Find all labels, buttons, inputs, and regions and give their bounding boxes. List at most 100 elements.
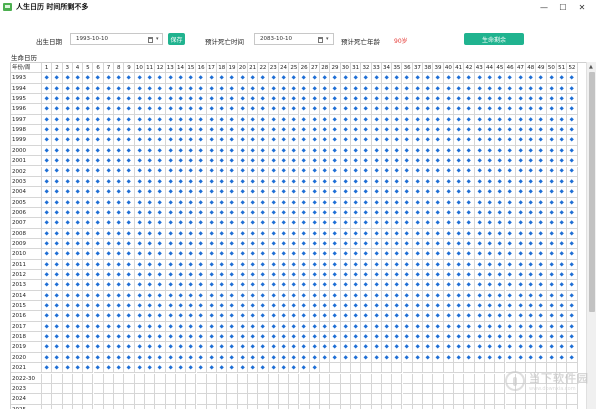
week-cell [526,73,537,84]
minimize-icon[interactable]: — [535,0,553,14]
week-cell [515,311,527,322]
week-cell [484,145,496,157]
lived-week-diamond-icon [569,282,575,288]
lived-week-diamond-icon [188,137,194,143]
week-cell [134,404,145,409]
lived-week-diamond-icon [291,96,297,102]
week-cell [155,363,166,374]
calendar-icon[interactable] [318,37,323,43]
lived-week-diamond-icon [435,251,441,257]
lived-week-diamond-icon [404,189,410,195]
lived-week-diamond-icon [64,199,70,205]
lived-week-diamond-icon [332,158,338,164]
lived-week-diamond-icon [209,324,214,329]
week-cell [93,373,104,384]
lived-week-diamond-icon [250,85,256,91]
week-cell [175,83,187,95]
week-cell [567,83,578,95]
week-cell [536,114,547,126]
week-cell [495,104,506,115]
lived-week-diamond-icon [487,75,492,81]
close-icon[interactable]: ✕ [573,0,591,14]
week-cell [546,166,557,177]
lived-week-diamond-icon [95,261,101,267]
week-cell [289,218,300,229]
life-calendar-grid[interactable]: 年份/周 1 2 3 4 5 6 7 8 9 10 11 12 13 14 15 16 17 18 19 20 21 22 2… [10,62,586,409]
week-cell [289,270,300,281]
lived-week-diamond-icon [569,75,575,81]
week-cell [351,228,362,239]
lived-week-diamond-icon [559,96,565,102]
week-cell [83,311,94,322]
week-cell [42,94,53,105]
week-cell [72,332,84,343]
week-cell [443,176,454,188]
lived-week-diamond-icon [260,313,266,319]
scroll-up-icon[interactable]: ▲ [589,64,593,70]
vertical-scrollbar[interactable]: ▲ [586,62,596,409]
chevron-down-icon[interactable]: ▾ [326,36,329,42]
calendar-icon[interactable] [148,37,153,43]
lived-week-diamond-icon [342,261,348,267]
lived-week-diamond-icon [466,292,472,298]
lived-week-diamond-icon [95,303,101,309]
week-cell [165,94,176,105]
week-header: 48 [526,63,537,74]
lived-week-diamond-icon [281,241,286,246]
week-header: 19 [227,63,238,74]
scroll-thumb[interactable] [589,72,595,312]
week-header: 24 [278,63,290,74]
lived-week-diamond-icon [404,148,410,153]
maximize-icon[interactable]: ☐ [554,0,572,14]
week-cell [454,166,465,177]
week-cell [165,383,176,395]
week-cell [52,321,63,333]
week-cell [402,280,413,291]
lived-week-diamond-icon [373,355,379,360]
week-cell [299,404,310,409]
week-cell [227,311,238,322]
week-cell [299,197,310,208]
lived-week-diamond-icon [384,261,389,267]
week-cell [412,373,424,384]
lived-week-diamond-icon [363,313,369,319]
lived-week-diamond-icon [435,106,441,112]
week-cell [299,83,310,95]
week-cell [134,383,145,395]
week-cell [340,290,351,302]
week-cell [196,383,207,395]
week-cell [72,238,84,250]
week-cell [392,197,403,208]
year-label: 1994 [11,83,42,95]
chevron-down-icon[interactable]: ▾ [156,36,159,42]
life-remaining-button[interactable]: 生命剩余 [464,33,524,45]
week-header: 34 [381,63,393,74]
lived-week-diamond-icon [538,355,544,360]
week-cell [392,145,403,157]
lived-week-diamond-icon [64,117,70,122]
lived-week-diamond-icon [75,261,80,267]
week-cell [392,125,403,136]
lived-week-diamond-icon [85,75,91,81]
lived-week-diamond-icon [466,220,472,226]
lived-week-diamond-icon [291,334,297,340]
week-cell [423,125,434,136]
week-cell [371,73,382,84]
week-cell [268,383,279,395]
week-cell [474,187,485,198]
lived-week-diamond-icon [507,168,513,174]
lived-week-diamond-icon [44,261,50,267]
week-cell [392,321,403,333]
year-label: 2020 [11,352,42,364]
week-header: 12 [155,63,166,74]
lived-week-diamond-icon [548,230,554,236]
lived-week-diamond-icon [116,158,122,164]
lived-week-diamond-icon [270,75,276,81]
week-cell [258,290,269,302]
save-button[interactable]: 保存 [168,33,185,45]
week-cell [237,228,248,239]
week-cell [289,290,300,302]
week-cell [196,290,207,302]
week-cell [484,187,496,198]
week-cell [474,259,485,270]
